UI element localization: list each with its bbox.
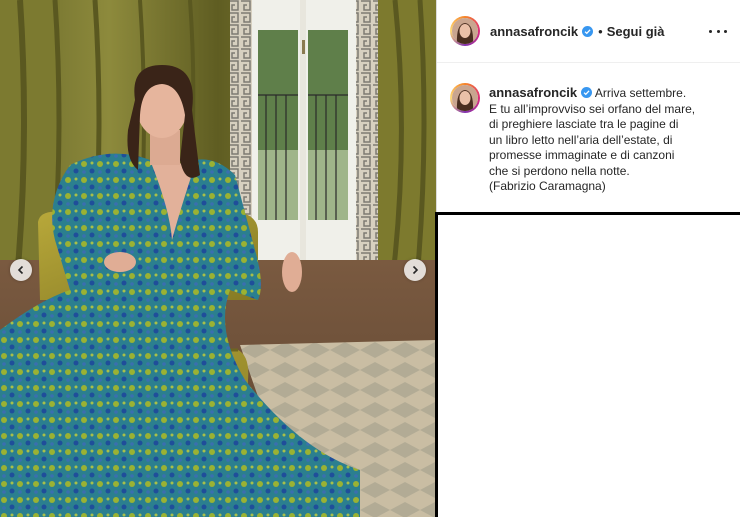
- post-username[interactable]: annasafroncik: [490, 24, 578, 39]
- caption-line: un libro letto nell’aria dell’estate, di: [489, 132, 673, 147]
- caption-first-line: annasafroncik Arriva settembre.: [489, 85, 729, 102]
- caption-avatar[interactable]: [450, 83, 480, 113]
- post-header: annasafroncik • Segui già: [437, 0, 740, 63]
- caption-line: promesse immaginate e di canzoni: [489, 148, 675, 162]
- avatar-portrait-icon: [452, 85, 478, 111]
- chevron-left-icon: [17, 265, 24, 275]
- caption-line: di preghiere lasciate tra le pagine di: [489, 117, 679, 131]
- caption-line: E tu all’improvviso sei orfano del mare,: [489, 101, 696, 116]
- post-photo[interactable]: [0, 0, 436, 517]
- more-options-button[interactable]: [709, 22, 727, 40]
- chevron-right-icon: [412, 265, 419, 275]
- avatar[interactable]: [450, 16, 480, 46]
- avatar-image: [452, 85, 478, 111]
- follow-button[interactable]: Segui già: [607, 24, 665, 39]
- avatar-image: [452, 18, 478, 44]
- caption-username[interactable]: annasafroncik: [489, 85, 577, 100]
- post-side-panel: annasafroncik • Segui già annasafroncik …: [436, 0, 740, 212]
- panel-border-left: [435, 212, 438, 517]
- carousel-prev-button[interactable]: [10, 259, 32, 281]
- verified-badge-icon: [581, 87, 593, 98]
- caption-block: annasafroncik Arriva settembre. E tu all…: [437, 63, 740, 195]
- photo-illustration: [0, 0, 436, 517]
- caption-intro: Arriva settembre.: [594, 86, 687, 100]
- caption-line: (Fabrizio Caramagna): [489, 179, 606, 193]
- more-horizontal-icon: [709, 29, 712, 33]
- verified-badge-icon: [582, 25, 594, 37]
- panel-border-bottom: [436, 212, 740, 215]
- caption-line: che si perdono nella notte.: [489, 163, 630, 178]
- header-separator: •: [598, 23, 603, 39]
- avatar-portrait-icon: [452, 18, 478, 44]
- carousel-next-button[interactable]: [404, 259, 426, 281]
- caption-text: annasafroncik Arriva settembre. E tu all…: [489, 85, 729, 195]
